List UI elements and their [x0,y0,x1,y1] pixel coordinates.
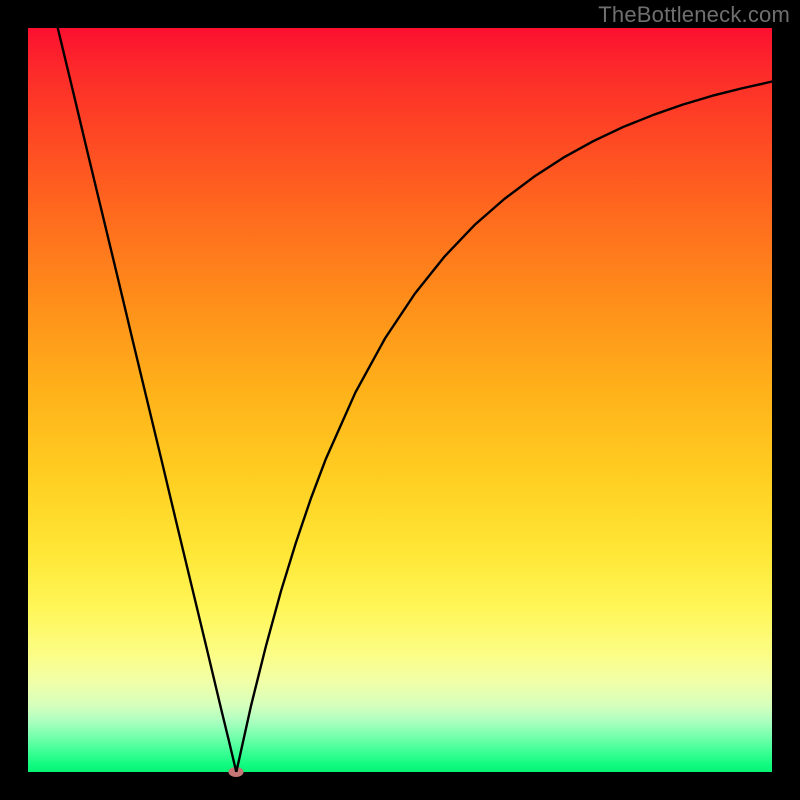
watermark-text: TheBottleneck.com [598,2,790,28]
bottleneck-curve [28,28,772,772]
curve-path [58,28,772,772]
plot-area [28,28,772,772]
chart-frame: TheBottleneck.com [0,0,800,800]
